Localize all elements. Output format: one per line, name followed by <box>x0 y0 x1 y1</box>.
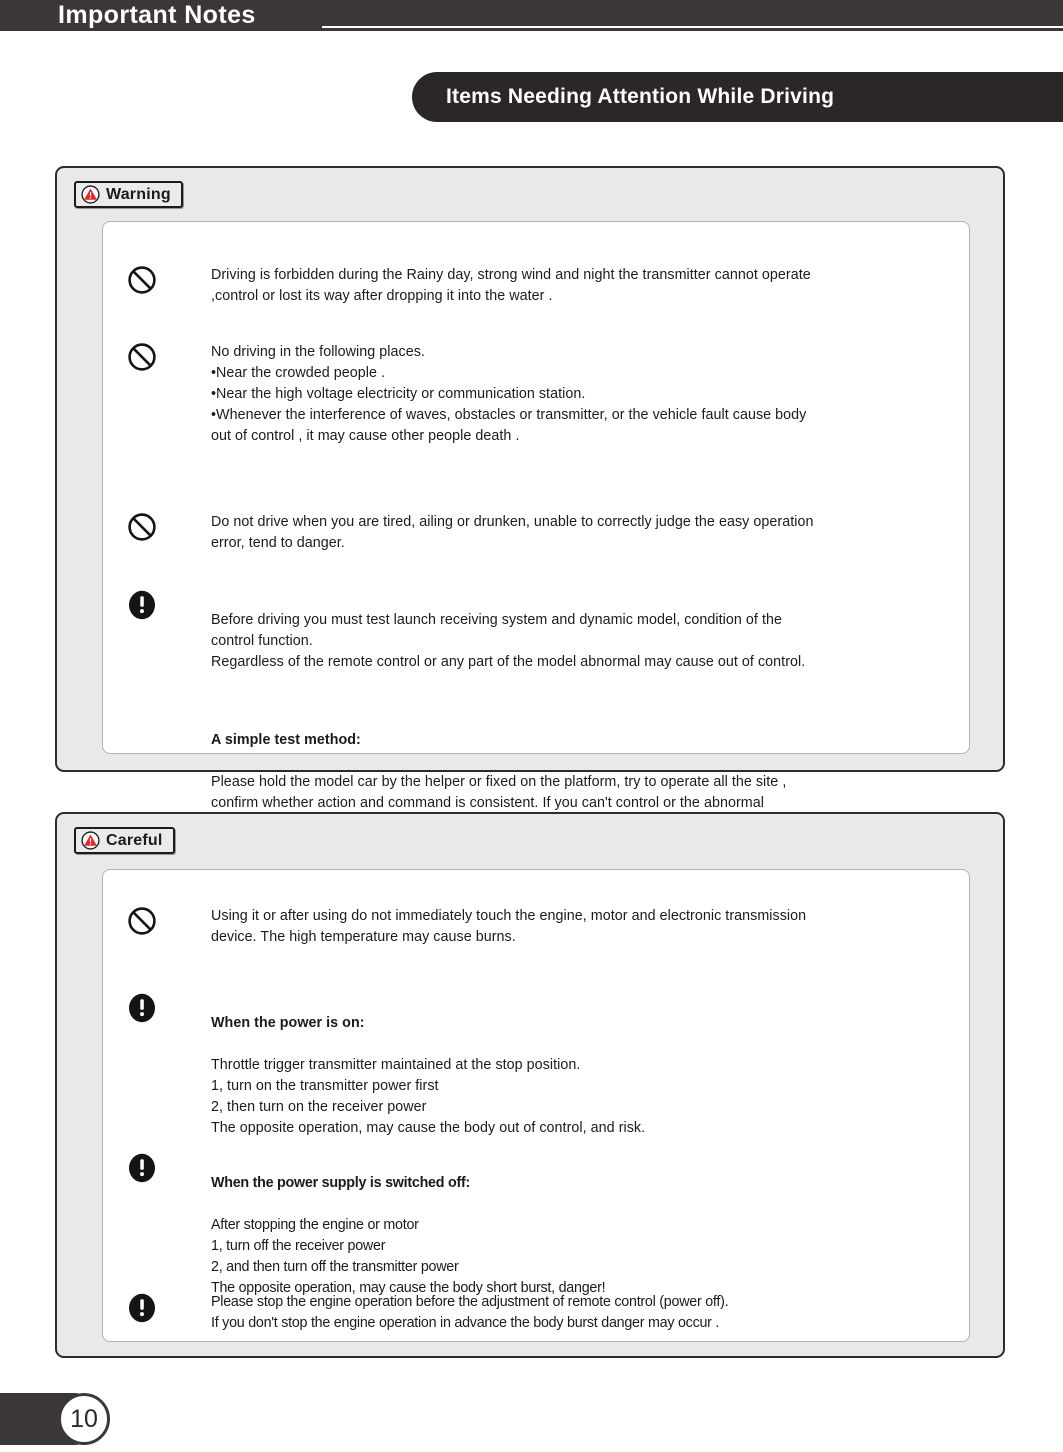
prohibition-icon <box>127 906 161 940</box>
page-title: Important Notes <box>58 1 256 29</box>
careful-badge: Careful <box>74 827 175 854</box>
warning-panel: Warning Driving is forbidden during the … <box>55 166 1005 832</box>
exclamation-icon <box>127 1292 161 1326</box>
careful-item-3-body: After stopping the engine or motor 1, tu… <box>211 1217 606 1296</box>
warning-item-3-text: Do not drive when you are tired, ailing … <box>211 514 814 551</box>
warning-item-4-body: Before driving you must test launch rece… <box>211 612 806 670</box>
page-number: 10 <box>70 1405 98 1433</box>
warning-triangle-icon <box>81 185 100 204</box>
prohibition-icon <box>127 265 161 299</box>
exclamation-icon <box>127 1152 161 1186</box>
careful-item-3-heading: When the power supply is switched off: <box>211 1175 470 1191</box>
header-underline-rule <box>322 26 1063 28</box>
careful-badge-label: Careful <box>106 831 163 849</box>
warning-item-4-heading: A simple test method: <box>211 732 361 748</box>
warning-badge-label: Warning <box>106 185 171 203</box>
careful-item-2-text: When the power is on: Throttle trigger t… <box>211 992 645 1160</box>
exclamation-icon <box>127 992 161 1026</box>
careful-item-2-heading: When the power is on: <box>211 1015 365 1031</box>
warning-item-2-text: No driving in the following places. •Nea… <box>211 344 807 444</box>
page-number-badge: 10 <box>58 1393 110 1445</box>
careful-panel: Careful Using it or after using do not i… <box>55 812 1005 1358</box>
prohibition-icon <box>127 512 161 546</box>
warning-content-card: Driving is forbidden during the Rainy da… <box>102 221 970 832</box>
prohibition-icon <box>127 342 161 376</box>
careful-item-1-text: Using it or after using do not immediate… <box>211 908 807 945</box>
careful-content-card: Using it or after using do not immediate… <box>102 869 970 1342</box>
warning-item-1-text: Driving is forbidden during the Rainy da… <box>211 267 811 304</box>
careful-item-4-text: Please stop the engine operation before … <box>211 1294 729 1331</box>
section-banner-title: Items Needing Attention While Driving <box>446 85 835 108</box>
careful-item-2-body: Throttle trigger transmitter maintained … <box>211 1057 646 1136</box>
exclamation-icon <box>127 589 161 623</box>
warning-triangle-icon <box>81 831 100 850</box>
document-page: Important Notes Items Needing Attention … <box>0 0 1063 1452</box>
section-banner: Items Needing Attention While Driving <box>412 72 1063 122</box>
warning-badge: Warning <box>74 181 183 208</box>
